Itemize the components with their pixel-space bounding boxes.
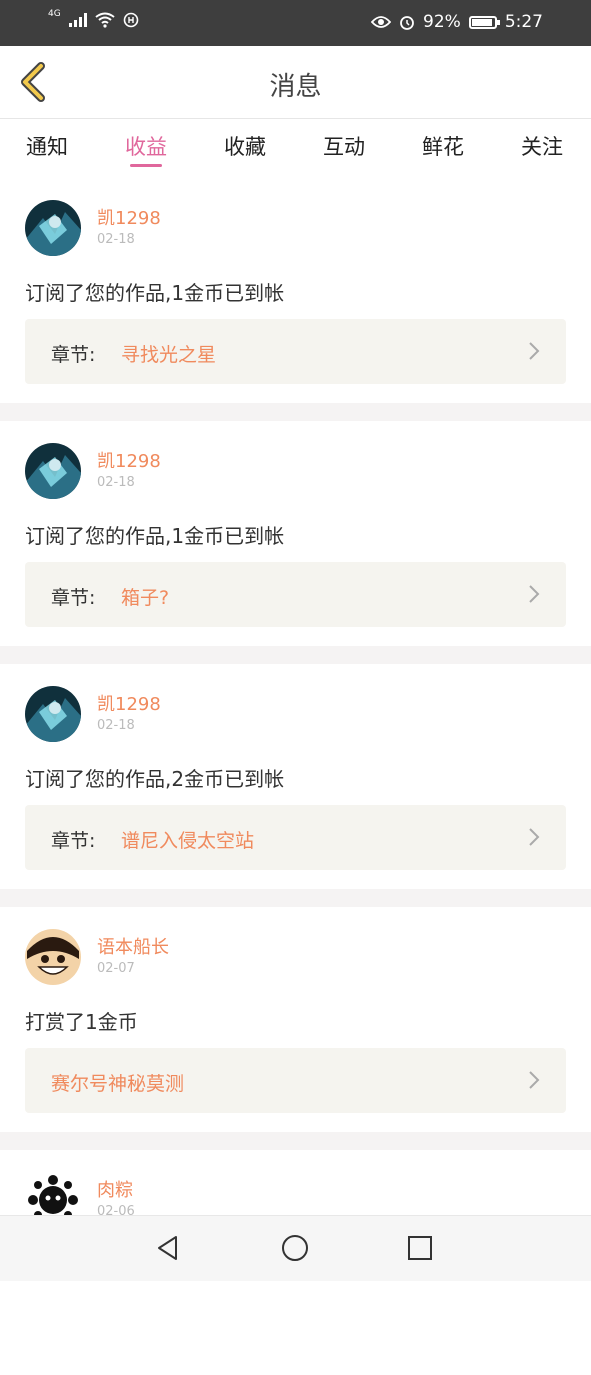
chapter-link[interactable]: 章节: 箱子?	[25, 562, 566, 627]
tab-favorites[interactable]: 收藏	[210, 131, 280, 161]
message-card: 语本船长 02-07 打赏了1金币 赛尔号神秘莫测	[0, 907, 591, 1132]
nav-back-button[interactable]	[152, 1232, 184, 1264]
username[interactable]: 凯1298	[97, 447, 161, 473]
message-text: 订阅了您的作品,1金币已到帐	[25, 281, 285, 305]
status-right: 92% 5:27	[371, 12, 543, 32]
username[interactable]: 肉粽	[97, 1176, 133, 1202]
tab-following[interactable]: 关注	[507, 131, 577, 161]
chevron-right-icon	[529, 342, 540, 360]
message-text: 打赏了1金币	[25, 1010, 138, 1034]
status-left: 4G	[48, 9, 139, 28]
tab-earnings[interactable]: 收益	[111, 131, 181, 161]
signal-icon	[68, 13, 87, 27]
username[interactable]: 语本船长	[97, 933, 169, 959]
username[interactable]: 凯1298	[97, 204, 161, 230]
battery-icon	[468, 15, 500, 29]
message-card: 凯1298 02-18 订阅了您的作品,1金币已到帐 章节: 寻找光之星	[0, 178, 591, 403]
page-title: 消息	[269, 72, 322, 102]
network-type: 4G	[48, 9, 61, 19]
status-bar: 4G 92% 5:27	[0, 0, 591, 46]
tab-flowers[interactable]: 鲜花	[408, 131, 478, 161]
nav-recents-button[interactable]	[404, 1232, 436, 1264]
tab-bar: 通知 收益 收藏 互动 鲜花 关注	[0, 119, 591, 179]
tab-interactions[interactable]: 互动	[309, 131, 379, 161]
wifi-icon	[95, 12, 115, 28]
avatar[interactable]	[25, 686, 81, 742]
message-date: 02-18	[97, 475, 135, 490]
chapter-name: 寻找光之星	[121, 344, 217, 366]
chapter-name: 谱尼入侵太空站	[121, 830, 255, 852]
message-date: 02-18	[97, 232, 135, 247]
clock: 5:27	[504, 12, 543, 32]
work-link[interactable]: 赛尔号神秘莫测	[25, 1048, 566, 1113]
message-date: 02-07	[97, 961, 135, 976]
chapter-name: 箱子?	[121, 587, 170, 609]
system-nav-bar	[0, 1215, 591, 1281]
chevron-right-icon	[529, 1071, 540, 1089]
chapter-link[interactable]: 章节: 寻找光之星	[25, 319, 566, 384]
tab-notifications[interactable]: 通知	[12, 131, 82, 161]
chapter-label: 章节:	[51, 830, 96, 852]
username[interactable]: 凯1298	[97, 690, 161, 716]
triangle-back-icon	[158, 1236, 177, 1260]
data-saver-icon	[123, 12, 139, 28]
chevron-right-icon	[529, 585, 540, 603]
message-date: 02-18	[97, 718, 135, 733]
avatar[interactable]	[25, 929, 81, 985]
app-header: 消息	[0, 46, 591, 119]
chapter-label: 章节:	[51, 344, 96, 366]
work-name: 赛尔号神秘莫测	[51, 1073, 185, 1095]
active-tab-indicator	[130, 164, 162, 167]
chevron-right-icon	[529, 828, 540, 846]
avatar[interactable]	[25, 443, 81, 499]
battery-percent: 92%	[423, 12, 461, 32]
nav-home-button[interactable]	[279, 1232, 311, 1264]
eye-icon	[371, 16, 392, 28]
message-text: 订阅了您的作品,1金币已到帐	[25, 524, 285, 548]
circle-home-icon	[282, 1235, 308, 1261]
message-card: 凯1298 02-18 订阅了您的作品,1金币已到帐 章节: 箱子?	[0, 421, 591, 646]
chapter-label: 章节:	[51, 587, 96, 609]
square-recents-icon	[408, 1236, 432, 1260]
alarm-icon	[400, 16, 414, 30]
avatar[interactable]	[25, 200, 81, 256]
message-card: 凯1298 02-18 订阅了您的作品,2金币已到帐 章节: 谱尼入侵太空站	[0, 664, 591, 889]
chapter-link[interactable]: 章节: 谱尼入侵太空站	[25, 805, 566, 870]
message-text: 订阅了您的作品,2金币已到帐	[25, 767, 285, 791]
